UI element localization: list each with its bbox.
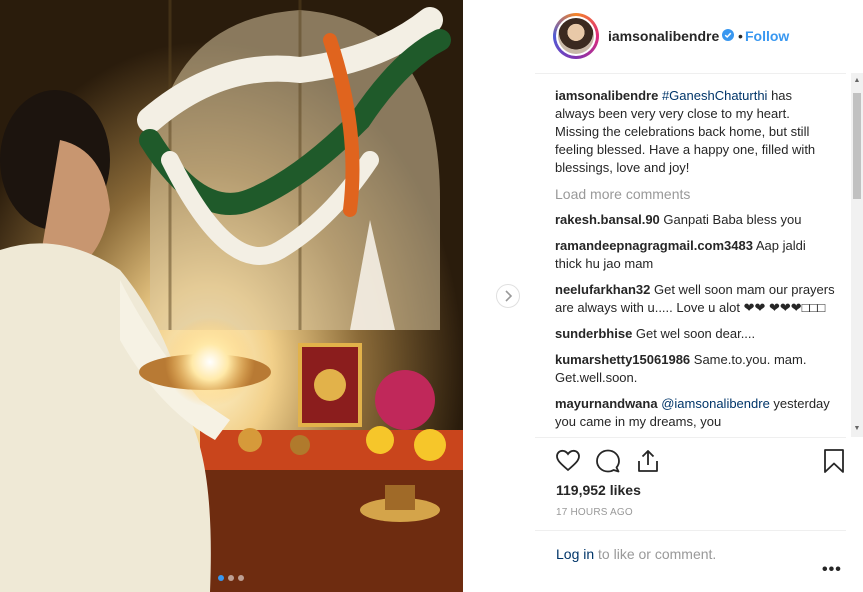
login-prompt-text: to like or comment. <box>594 546 717 562</box>
comment-item: rakesh.bansal.90 Ganpati Baba bless you <box>555 211 835 229</box>
likes-count[interactable]: 119,952 likes <box>556 482 641 498</box>
post-photo[interactable] <box>0 0 463 592</box>
carousel-indicator <box>218 575 244 581</box>
scroll-down-arrow-icon[interactable]: ▼ <box>853 425 861 433</box>
comment-item: ramandeepnagragmail.com3483 Aap jaldi th… <box>555 237 835 273</box>
post-header: iamsonalibendre • Follow <box>535 0 846 74</box>
puja-scene-image <box>0 0 463 592</box>
verified-badge-icon <box>722 29 734 41</box>
caption-username[interactable]: iamsonalibendre <box>555 88 658 103</box>
comment-text: Get wel soon dear.... <box>632 326 756 341</box>
share-icon[interactable] <box>635 448 661 474</box>
comment-item: mayurnandwana @iamsonalibendre yesterday… <box>555 395 835 431</box>
comment-text: Ganpati Baba bless you <box>659 212 802 227</box>
carousel-dot <box>228 575 234 581</box>
bookmark-icon[interactable] <box>821 448 847 474</box>
carousel-dot <box>238 575 244 581</box>
login-prompt: Log in to like or comment. <box>556 546 716 562</box>
follow-button[interactable]: Follow <box>745 28 789 44</box>
post-actions <box>555 448 845 474</box>
more-options-button[interactable]: ••• <box>822 561 842 579</box>
load-more-comments-button[interactable]: Load more comments <box>555 185 835 203</box>
avatar-image <box>558 18 594 54</box>
next-photo-button[interactable] <box>496 284 520 308</box>
follow-separator: • <box>738 28 743 44</box>
comment-item: kumarshetty15061986 Same.to.you. mam. Ge… <box>555 351 835 387</box>
comment-mention[interactable]: @iamsonalibendre <box>661 396 770 411</box>
post-timestamp[interactable]: 17 HOURS AGO <box>556 507 633 518</box>
comments-scrollbar[interactable]: ▲ ▼ <box>851 73 863 437</box>
post-caption: iamsonalibendre #GaneshChaturthi has alw… <box>555 87 835 177</box>
comment-username[interactable]: neelufarkhan32 <box>555 282 650 297</box>
comments-list[interactable]: iamsonalibendre #GaneshChaturthi has alw… <box>555 87 835 437</box>
comment-username[interactable]: kumarshetty15061986 <box>555 352 690 367</box>
comment-bubble-icon[interactable] <box>595 448 621 474</box>
divider <box>535 437 846 438</box>
heart-icon[interactable] <box>555 448 581 474</box>
caption-hashtag[interactable]: #GaneshChaturthi <box>662 88 768 103</box>
comment-item: neelufarkhan32 Get well soon mam our pra… <box>555 281 835 317</box>
comment-username[interactable]: ramandeepnagragmail.com3483 <box>555 238 753 253</box>
comment-username[interactable]: mayurnandwana <box>555 396 658 411</box>
divider <box>535 530 846 531</box>
scroll-up-arrow-icon[interactable]: ▲ <box>853 77 861 85</box>
scroll-thumb[interactable] <box>853 93 861 199</box>
post-side-panel: iamsonalibendre • Follow iamsonalibendre… <box>535 0 863 592</box>
carousel-dot-active <box>218 575 224 581</box>
comment-username[interactable]: rakesh.bansal.90 <box>555 212 660 227</box>
chevron-right-icon <box>505 290 513 302</box>
comment-username[interactable]: sunderbhise <box>555 326 632 341</box>
avatar[interactable] <box>553 13 599 59</box>
login-link[interactable]: Log in <box>556 546 594 562</box>
post-username[interactable]: iamsonalibendre <box>608 28 719 44</box>
comment-item: sunderbhise Get wel soon dear.... <box>555 325 835 343</box>
